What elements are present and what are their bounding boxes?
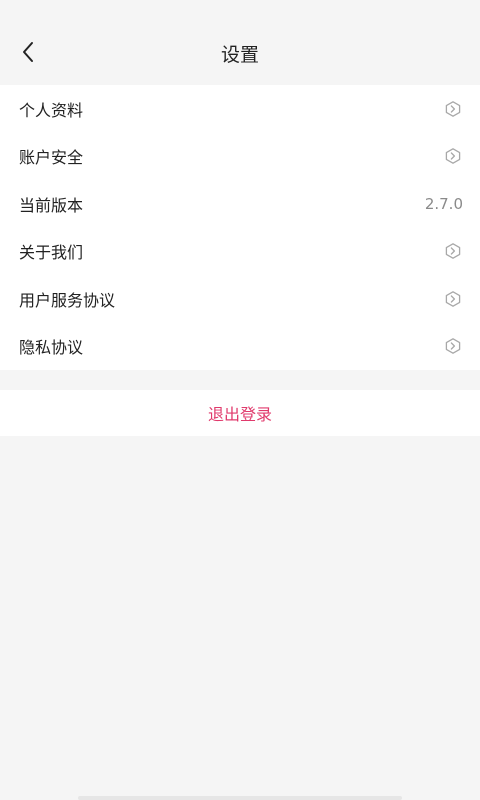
chevron-right-icon bbox=[444, 100, 462, 118]
page-title: 设置 bbox=[220, 44, 259, 66]
menu-item-label: 个人资料 bbox=[19, 100, 84, 120]
chevron-right-icon bbox=[444, 242, 462, 260]
menu-item-version[interactable]: 当前版本 2.7.0 bbox=[0, 180, 480, 228]
menu-item-label: 账户安全 bbox=[19, 148, 84, 168]
back-button[interactable] bbox=[10, 36, 46, 72]
settings-menu: 个人资料 账户安全 当前版本 2.7.0 关于我们 用户服务协议 隐私协议 bbox=[0, 85, 480, 370]
home-indicator bbox=[78, 796, 402, 800]
top-bar: 设置 bbox=[0, 0, 480, 84]
menu-item-label: 关于我们 bbox=[19, 243, 84, 263]
menu-item-label: 当前版本 bbox=[19, 195, 84, 215]
logout-button[interactable]: 退出登录 bbox=[0, 390, 480, 436]
menu-item-profile[interactable]: 个人资料 bbox=[0, 85, 480, 133]
menu-item-privacy-policy[interactable]: 隐私协议 bbox=[0, 323, 480, 371]
menu-item-account-security[interactable]: 账户安全 bbox=[0, 133, 480, 181]
version-value: 2.7.0 bbox=[424, 194, 463, 213]
menu-item-label: 隐私协议 bbox=[19, 338, 84, 358]
menu-item-about-us[interactable]: 关于我们 bbox=[0, 228, 480, 276]
menu-item-user-agreement[interactable]: 用户服务协议 bbox=[0, 275, 480, 323]
chevron-right-icon bbox=[444, 147, 462, 165]
menu-item-label: 用户服务协议 bbox=[19, 290, 116, 310]
logout-label: 退出登录 bbox=[207, 405, 272, 424]
chevron-left-icon bbox=[21, 41, 35, 67]
chevron-right-icon bbox=[444, 290, 462, 308]
chevron-right-icon bbox=[444, 337, 462, 355]
